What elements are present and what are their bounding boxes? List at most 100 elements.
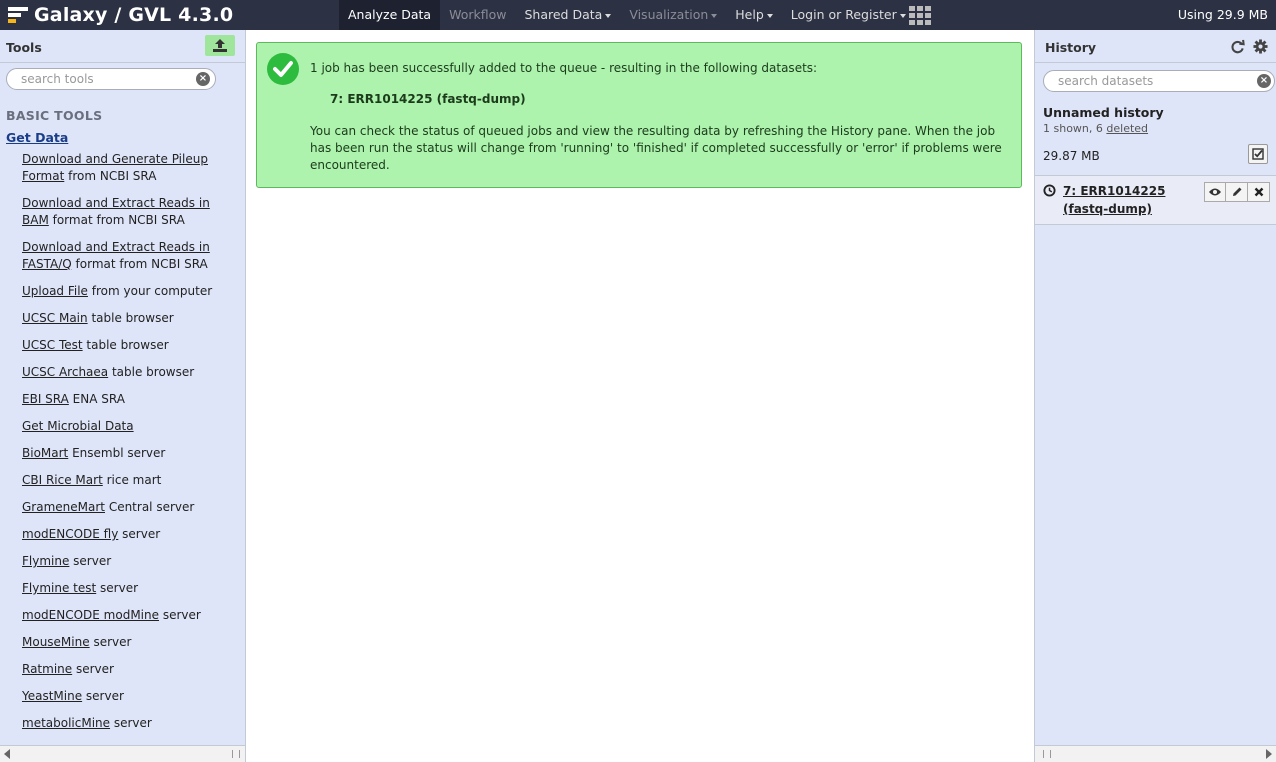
masthead: Galaxy / GVL 4.3.0 Analyze Data Workflow S… xyxy=(0,0,1276,30)
main-nav: Analyze Data Workflow Shared Data Visualiza… xyxy=(339,0,915,30)
tools-horizontal-scrollbar[interactable] xyxy=(0,745,245,762)
tools-search-input[interactable] xyxy=(21,72,171,86)
refresh-icon[interactable] xyxy=(1230,39,1245,54)
success-message: 1 job has been successfully added to the… xyxy=(256,42,1022,188)
nav-label: Login or Register xyxy=(790,7,897,22)
tool-list: Download and Generate Pileup Format from… xyxy=(22,151,222,742)
tool-link[interactable]: EBI SRA xyxy=(22,392,69,406)
tool-description: table browser xyxy=(82,338,169,352)
message-details: You can check the status of queued jobs … xyxy=(310,124,1002,172)
tool-link[interactable]: UCSC Main xyxy=(22,311,88,325)
tool-description: format from NCBI SRA xyxy=(71,257,208,271)
scroll-right-icon[interactable] xyxy=(1266,749,1272,759)
upload-button[interactable] xyxy=(205,35,235,56)
history-size: 29.87 MB xyxy=(1043,149,1100,163)
tool-item: GrameneMart Central server xyxy=(22,499,222,516)
edit-dataset-button[interactable] xyxy=(1226,182,1248,202)
tool-description: server xyxy=(82,689,124,703)
history-dataset-item[interactable]: 7: ERR1014225 (fastq-dump) xyxy=(1035,175,1276,225)
tool-link[interactable]: Upload File xyxy=(22,284,88,298)
dataset-title[interactable]: 7: ERR1014225 (fastq-dump) xyxy=(1063,182,1211,218)
tool-link[interactable]: YeastMine xyxy=(22,689,82,703)
message-summary: 1 job has been successfully added to the… xyxy=(310,61,818,75)
caret-down-icon xyxy=(899,13,906,18)
tool-description: server xyxy=(69,554,112,568)
brand-title: Galaxy / GVL 4.3.0 xyxy=(34,4,234,26)
tool-link[interactable]: Ratmine xyxy=(22,662,72,676)
tool-link[interactable]: Get Microbial Data xyxy=(22,419,134,433)
tools-title: Tools xyxy=(6,40,42,55)
tool-item: MouseMine server xyxy=(22,634,222,651)
nav-label: Workflow xyxy=(449,7,507,22)
show-deleted-link[interactable]: deleted xyxy=(1106,122,1148,135)
nav-analyze-data[interactable]: Analyze Data xyxy=(339,0,441,30)
tool-link[interactable]: modENCODE modMine xyxy=(22,608,159,622)
clear-search-icon[interactable]: × xyxy=(196,72,210,86)
checkbox-icon xyxy=(1252,148,1264,160)
tool-item: modENCODE fly server xyxy=(22,526,222,543)
select-datasets-button[interactable] xyxy=(1248,144,1268,164)
tool-description: from NCBI SRA xyxy=(64,169,157,183)
nav-help[interactable]: Help xyxy=(726,0,782,30)
pencil-icon xyxy=(1232,187,1241,196)
nav-workflow[interactable]: Workflow xyxy=(440,0,515,30)
tool-description: server xyxy=(72,662,114,676)
tool-item: Ratmine server xyxy=(22,661,222,678)
nav-label: Shared Data xyxy=(524,7,603,22)
tools-panel: Tools × BASIC TOOLS Get Data Download an… xyxy=(0,30,246,762)
tool-link[interactable]: modENCODE fly xyxy=(22,527,118,541)
scroll-left-icon[interactable] xyxy=(4,749,10,759)
tool-item: BioMart Ensembl server xyxy=(22,445,222,462)
tool-link[interactable]: Flymine test xyxy=(22,581,96,595)
view-dataset-button[interactable] xyxy=(1204,182,1226,202)
history-scroll-grip-icon[interactable] xyxy=(1043,750,1051,758)
caret-down-icon xyxy=(766,13,773,18)
tool-link[interactable]: UCSC Archaea xyxy=(22,365,108,379)
brand[interactable]: Galaxy / GVL 4.3.0 xyxy=(8,3,233,27)
tool-description: Ensembl server xyxy=(68,446,166,460)
history-horizontal-scrollbar[interactable] xyxy=(1035,745,1276,762)
tool-item: Flymine test server xyxy=(22,580,222,597)
gear-icon[interactable] xyxy=(1253,39,1268,54)
history-search: × xyxy=(1043,70,1275,92)
center-panel: 1 job has been successfully added to the… xyxy=(246,30,1034,762)
history-name[interactable]: Unnamed history xyxy=(1043,105,1164,120)
section-basic-tools: BASIC TOOLS xyxy=(6,108,103,123)
tool-item: Download and Extract Reads in BAM format… xyxy=(22,195,222,229)
caret-down-icon xyxy=(711,13,718,18)
tool-group-get-data[interactable]: Get Data xyxy=(6,130,68,145)
tool-item: YeastMine server xyxy=(22,688,222,705)
apps-grid-icon[interactable] xyxy=(909,0,931,25)
galaxy-logo-icon xyxy=(8,6,28,24)
nav-label: Analyze Data xyxy=(348,7,432,22)
nav-visualization[interactable]: Visualization xyxy=(620,0,726,30)
tool-link[interactable]: CBI Rice Mart xyxy=(22,473,103,487)
tool-item: Download and Generate Pileup Format from… xyxy=(22,151,222,185)
tool-item: UCSC Test table browser xyxy=(22,337,222,354)
clear-history-search-icon[interactable]: × xyxy=(1257,74,1271,88)
tool-item: EBI SRA ENA SRA xyxy=(22,391,222,408)
upload-icon xyxy=(213,39,227,52)
history-header: History xyxy=(1035,30,1276,63)
tool-link[interactable]: metabolicMine xyxy=(22,716,110,730)
tool-link[interactable]: GrameneMart xyxy=(22,500,105,514)
tool-link[interactable]: Flymine xyxy=(22,554,69,568)
delete-dataset-button[interactable] xyxy=(1248,182,1270,202)
tool-link[interactable]: MouseMine xyxy=(22,635,90,649)
tool-item: UCSC Main table browser xyxy=(22,310,222,327)
tool-link[interactable]: BioMart xyxy=(22,446,68,460)
tools-header: Tools xyxy=(0,30,245,63)
history-search-input[interactable] xyxy=(1058,74,1208,88)
tool-item: metabolicMine server xyxy=(22,715,222,732)
nav-label: Visualization xyxy=(629,7,709,22)
history-title: History xyxy=(1045,40,1097,55)
tool-description: table browser xyxy=(108,365,195,379)
tools-search: × xyxy=(6,68,216,90)
tool-description: table browser xyxy=(87,311,174,325)
scroll-grip-icon[interactable] xyxy=(232,750,240,758)
clock-icon xyxy=(1043,184,1056,197)
nav-login-or-register[interactable]: Login or Register xyxy=(782,0,915,30)
nav-shared-data[interactable]: Shared Data xyxy=(515,0,620,30)
tool-link[interactable]: UCSC Test xyxy=(22,338,83,352)
tool-description: server xyxy=(110,716,152,730)
